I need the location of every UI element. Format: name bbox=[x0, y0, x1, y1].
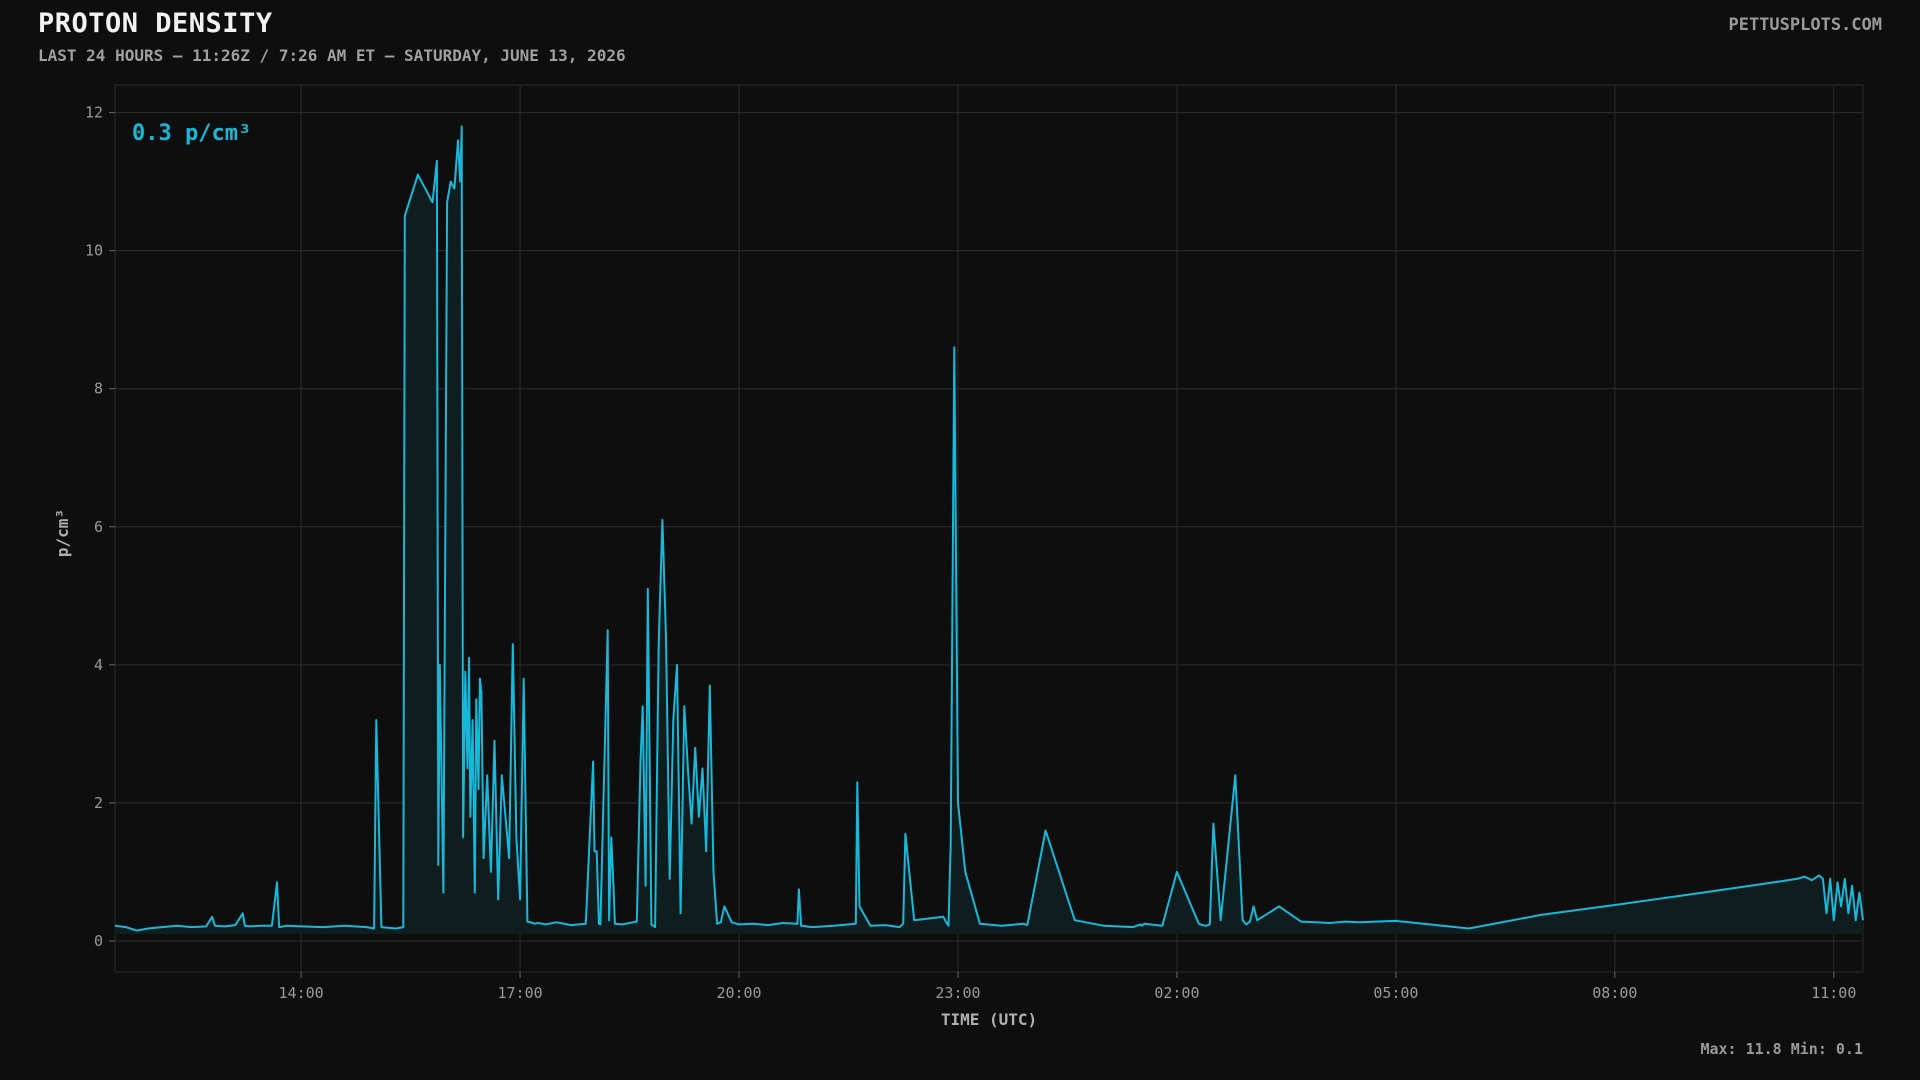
proton-density-chart: 0 2 4 6 8 10 12 14:00 17:00 20:00 23:00 02:00 05:00… bbox=[53, 84, 1864, 1029]
x-tick-label: 17:00 bbox=[497, 984, 542, 1002]
y-tick-label: 0 bbox=[94, 932, 103, 950]
x-axis-title: TIME (UTC) bbox=[941, 1010, 1037, 1029]
x-tick-label: 02:00 bbox=[1154, 984, 1199, 1002]
y-tick-label: 8 bbox=[94, 380, 103, 398]
y-tick-label: 10 bbox=[85, 242, 103, 260]
series-area-fill bbox=[115, 126, 1863, 934]
x-axis-ticks: 14:00 17:00 20:00 23:00 02:00 05:00 08:00 11:00 bbox=[279, 972, 1856, 1002]
y-tick-label: 2 bbox=[94, 794, 103, 812]
x-tick-label: 20:00 bbox=[716, 984, 761, 1002]
x-tick-label: 08:00 bbox=[1592, 984, 1637, 1002]
y-tick-label: 6 bbox=[94, 518, 103, 536]
y-axis-title: p/cm³ bbox=[53, 509, 72, 557]
current-value-readout: 0.3 p/cm³ bbox=[132, 121, 251, 146]
y-tick-label: 4 bbox=[94, 656, 103, 674]
x-tick-label: 14:00 bbox=[279, 984, 324, 1002]
y-tick-label: 12 bbox=[85, 104, 103, 122]
x-tick-label: 23:00 bbox=[935, 984, 980, 1002]
x-tick-label: 05:00 bbox=[1373, 984, 1418, 1002]
y-axis-ticks: 0 2 4 6 8 10 12 bbox=[85, 104, 115, 950]
x-tick-label: 11:00 bbox=[1811, 984, 1856, 1002]
